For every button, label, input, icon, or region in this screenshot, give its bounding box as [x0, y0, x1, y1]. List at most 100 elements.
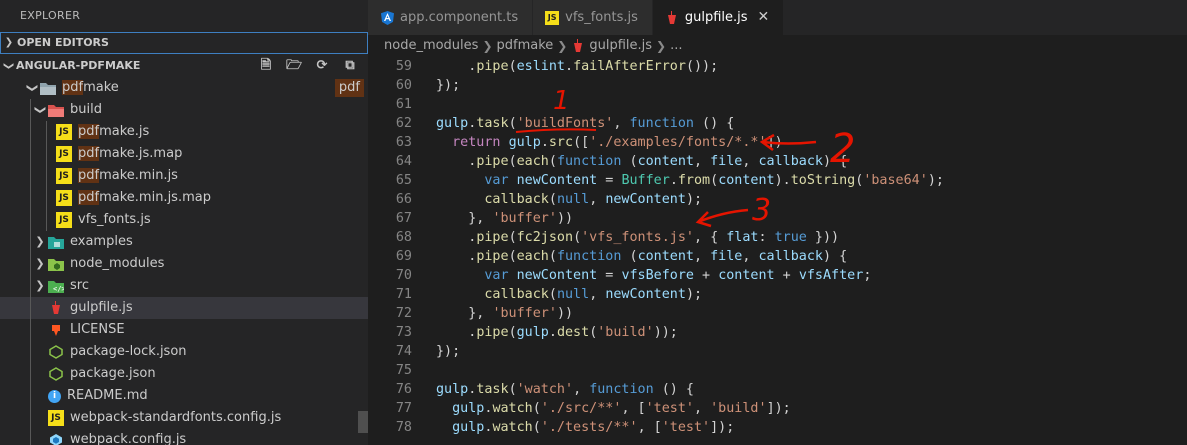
- line-number: 61: [395, 97, 412, 112]
- code-line: 61: [368, 95, 1187, 114]
- open-editors-section[interactable]: ❯ OPEN EDITORS: [0, 32, 368, 54]
- close-icon[interactable]: ✕: [758, 0, 770, 35]
- code-text: .pipe(fc2json('vfs_fonts.js', { flat: tr…: [436, 230, 840, 245]
- breadcrumb-item[interactable]: node_modules: [384, 35, 478, 57]
- indent-guide: [30, 165, 31, 187]
- breadcrumb-item[interactable]: pdfmake: [497, 35, 554, 57]
- tab-label: vfs_fonts.js: [565, 10, 638, 25]
- tree-item-label: gulpfile.js: [70, 300, 133, 315]
- indent-guide: [46, 121, 47, 143]
- tree-item-pdfmake[interactable]: ❯ pdfmake pdf: [0, 77, 368, 99]
- code-text: gulp.task('watch', function () {: [436, 382, 694, 397]
- tree-item-package-lock-json[interactable]: package-lock.json: [0, 341, 368, 363]
- tab-gulpfile-js[interactable]: gulpfile.js ✕: [652, 0, 785, 35]
- tree-item-src[interactable]: ❯ </> src: [0, 275, 368, 297]
- tree-item-pdfmake-js[interactable]: JS pdfmake.js: [0, 121, 368, 143]
- tree-item-label: node_modules: [70, 256, 165, 271]
- svg-text:</>: </>: [53, 285, 64, 293]
- tree-item-license[interactable]: LICENSE: [0, 319, 368, 341]
- line-number: 63: [395, 135, 412, 150]
- new-file-icon[interactable]: 🗎: [258, 55, 274, 77]
- npm-file-icon: [48, 366, 64, 382]
- tree-item-label: pdfmake.js.map: [78, 146, 183, 161]
- tree-item-pdfmake-min-js[interactable]: JS pdfmake.min.js: [0, 165, 368, 187]
- tree-item-webpack-config-js[interactable]: webpack.config.js: [0, 429, 368, 445]
- breadcrumb-item[interactable]: gulpfile.js: [589, 35, 652, 57]
- code-line: 71 callback(null, newContent);: [368, 285, 1187, 304]
- js-map-file-icon: JS: [56, 146, 72, 162]
- tree-item-readme-md[interactable]: i README.md: [0, 385, 368, 407]
- code-text: .pipe(each(function (content, file, call…: [436, 249, 848, 264]
- new-folder-icon[interactable]: 🗁: [286, 55, 302, 77]
- tab-app-component-ts[interactable]: app.component.ts: [368, 0, 534, 35]
- explorer-title: EXPLORER: [20, 9, 81, 22]
- code-line: 68 .pipe(fc2json('vfs_fonts.js', { flat:…: [368, 228, 1187, 247]
- code-line: 66 callback(null, newContent);: [368, 190, 1187, 209]
- tree-item-label: pdfmake.js: [78, 124, 150, 139]
- editor-area: app.component.ts JS vfs_fonts.js gulpfil…: [368, 0, 1187, 445]
- chevron-down-icon: ❯: [3, 61, 14, 71]
- sidebar-scrollbar[interactable]: [358, 411, 368, 433]
- chevron-right-icon: ❯: [482, 39, 493, 53]
- code-text: .pipe(each(function (content, file, call…: [436, 154, 848, 169]
- code-line: 70 var newContent = vfsBefore + content …: [368, 266, 1187, 285]
- tree-item-pdfmake-js-map[interactable]: JS pdfmake.js.map: [0, 143, 368, 165]
- indent-guide: [46, 165, 47, 187]
- code-text: var newContent = vfsBefore + content + v…: [484, 268, 872, 283]
- tree-item-label: examples: [70, 234, 133, 249]
- chevron-down-icon: ❯: [26, 83, 39, 93]
- code-line: 63 return gulp.src(['./examples/fonts/*.…: [368, 133, 1187, 152]
- line-number: 66: [395, 192, 412, 207]
- angular-icon: [380, 10, 394, 25]
- js-file-icon: JS: [56, 124, 72, 140]
- code-line: 64 .pipe(each(function (content, file, c…: [368, 152, 1187, 171]
- code-line: 73 .pipe(gulp.dest('build'));: [368, 323, 1187, 342]
- tree-item-label: pdfmake: [62, 80, 119, 95]
- code-text: var newContent = Buffer.from(content).to…: [484, 173, 944, 188]
- breadcrumb-item[interactable]: ...: [670, 35, 682, 57]
- tree-item-label: package.json: [70, 366, 156, 381]
- tree-item-label: src: [70, 278, 89, 293]
- collapse-all-icon[interactable]: ⧉: [342, 55, 358, 77]
- indent-guide: [46, 187, 47, 209]
- indent-guide: [30, 275, 31, 297]
- gulp-icon: [573, 39, 583, 53]
- tree-item-label: webpack-standardfonts.config.js: [70, 410, 282, 425]
- license-file-icon: [48, 322, 64, 338]
- tree-item-node-modules[interactable]: ❯ node_modules: [0, 253, 368, 275]
- code-line: 67 }, 'buffer')): [368, 209, 1187, 228]
- line-number: 69: [395, 249, 412, 264]
- tree-item-examples[interactable]: ❯ examples: [0, 231, 368, 253]
- code-text: .pipe(eslint.failAfterError());: [436, 59, 719, 74]
- tab-label: gulpfile.js: [684, 10, 748, 25]
- tab-vfs-fonts-js[interactable]: JS vfs_fonts.js: [533, 0, 653, 35]
- line-number: 67: [395, 211, 412, 226]
- line-number: 60: [395, 78, 412, 93]
- code-line: 72 }, 'buffer')): [368, 304, 1187, 323]
- indent-guide: [30, 319, 31, 341]
- project-section-header[interactable]: ❯ ANGULAR-PDFMAKE 🗎 🗁 ⟳ ⧉: [0, 55, 368, 77]
- open-editors-label: OPEN EDITORS: [17, 36, 109, 49]
- search-match-badge: pdf: [334, 79, 364, 97]
- tree-item-webpack-standardfonts-config-js[interactable]: JS webpack-standardfonts.config.js: [0, 407, 368, 429]
- code-editor[interactable]: 59 .pipe(eslint.failAfterError()); 60});…: [368, 57, 1187, 437]
- code-line: 62 gulp.task('buildFonts', function () {: [368, 114, 1187, 133]
- indent-guide: [30, 231, 31, 253]
- code-line: 69 .pipe(each(function (content, file, c…: [368, 247, 1187, 266]
- js-file-icon: JS: [56, 212, 72, 228]
- code-text: }, 'buffer')): [436, 306, 574, 321]
- tree-item-build[interactable]: ❯ build: [0, 99, 368, 121]
- code-text: callback(null, newContent);: [484, 287, 703, 302]
- tree-item-label: package-lock.json: [70, 344, 187, 359]
- refresh-icon[interactable]: ⟳: [314, 55, 330, 77]
- tree-item-label: build: [70, 102, 102, 117]
- js-icon: JS: [545, 10, 560, 25]
- tree-item-label: README.md: [67, 388, 148, 403]
- code-text: return gulp.src(['./examples/fonts/*.*']…: [452, 135, 783, 150]
- tree-item-package-json[interactable]: package.json: [0, 363, 368, 385]
- tree-item-gulpfile-js[interactable]: gulpfile.js: [0, 297, 368, 319]
- tree-item-pdfmake-min-js-map[interactable]: JS pdfmake.min.js.map: [0, 187, 368, 209]
- tree-item-vfs-fonts-js[interactable]: JS vfs_fonts.js: [0, 209, 368, 231]
